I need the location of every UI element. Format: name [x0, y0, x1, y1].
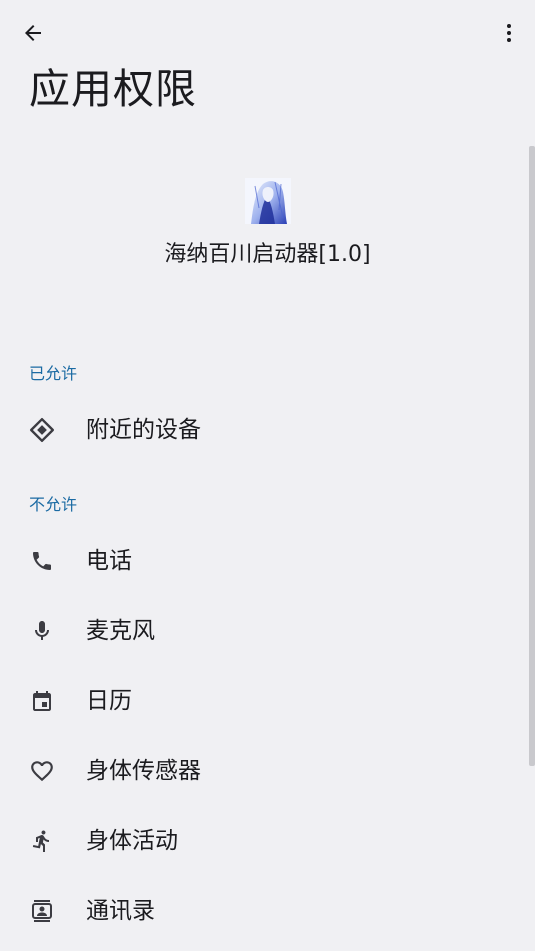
top-app-bar — [0, 0, 535, 66]
permission-item-phone[interactable]: 电话 — [0, 526, 520, 596]
calendar-icon — [29, 688, 55, 714]
permission-label: 附近的设备 — [86, 417, 201, 443]
more-vert-icon — [507, 24, 511, 42]
running-icon — [29, 828, 55, 854]
arrow-back-icon — [25, 25, 41, 41]
permission-label: 身体传感器 — [86, 758, 201, 784]
app-name: 海纳百川启动器[1.0] — [164, 242, 371, 267]
allowed-section-header: 已允许 — [29, 364, 78, 383]
heart-icon — [29, 758, 55, 784]
app-header: 海纳百川启动器[1.0] — [0, 178, 535, 270]
nearby-devices-icon — [29, 417, 55, 443]
permission-label: 日历 — [86, 688, 132, 714]
denied-section-header: 不允许 — [29, 495, 78, 514]
permission-label: 电话 — [86, 548, 132, 574]
scrollbar[interactable] — [529, 146, 535, 766]
permission-item-nearby-devices[interactable]: 附近的设备 — [0, 395, 520, 465]
permission-label: 身体活动 — [86, 828, 178, 854]
app-avatar-icon — [244, 178, 291, 224]
permission-label: 麦克风 — [86, 618, 155, 644]
permission-label: 通讯录 — [86, 898, 155, 924]
microphone-icon — [29, 618, 55, 644]
permission-item-body-sensors[interactable]: 身体传感器 — [0, 736, 520, 806]
phone-icon — [29, 548, 55, 574]
permission-item-physical-activity[interactable]: 身体活动 — [0, 806, 520, 876]
permission-item-microphone[interactable]: 麦克风 — [0, 596, 520, 666]
more-options-button[interactable] — [489, 10, 529, 56]
contacts-icon — [29, 898, 55, 924]
page-title: 应用权限 — [29, 65, 197, 113]
back-button[interactable] — [10, 10, 56, 56]
permission-item-calendar[interactable]: 日历 — [0, 666, 520, 736]
permission-item-contacts[interactable]: 通讯录 — [0, 876, 520, 946]
